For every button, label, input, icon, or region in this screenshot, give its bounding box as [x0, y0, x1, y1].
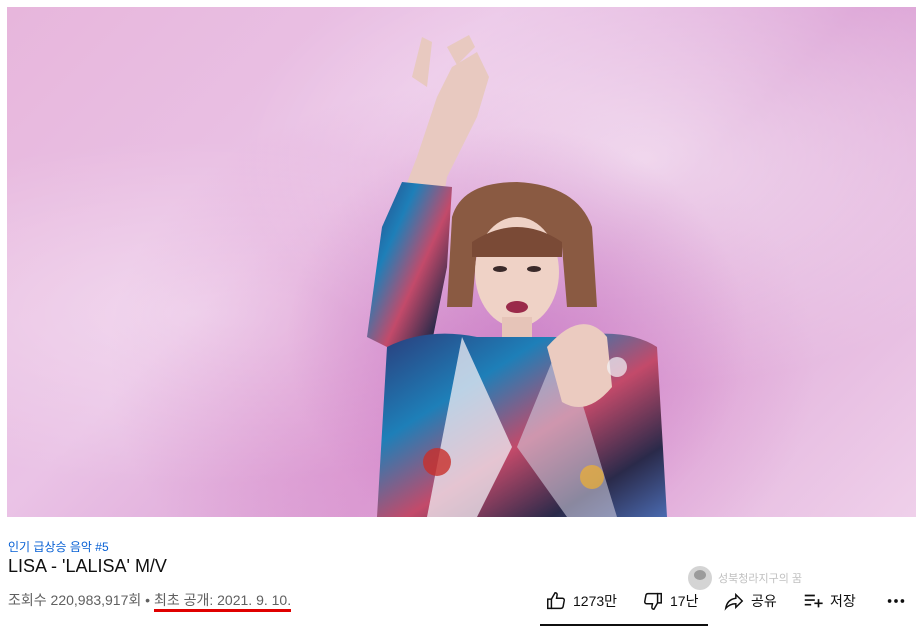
video-player[interactable]	[7, 7, 916, 517]
thumbs-down-icon	[644, 592, 662, 610]
playlist-add-icon	[804, 594, 823, 608]
share-arrow-icon	[724, 592, 744, 611]
save-label: 저장	[830, 593, 856, 609]
trending-badge-link[interactable]: 인기 급상승 음악 #5	[8, 538, 109, 555]
sentiment-bar	[540, 624, 708, 626]
share-button[interactable]: 공유	[723, 588, 777, 614]
share-label: 공유	[751, 593, 777, 609]
video-actions: 1273만 17난 공유 저장	[540, 582, 923, 622]
thumbs-up-icon	[547, 592, 565, 610]
premiere-date: 최초 공개: 2021. 9. 10.	[153, 592, 292, 612]
view-count: 조회수 220,983,917회	[8, 592, 142, 608]
like-button[interactable]: 1273만	[545, 588, 617, 614]
video-title: LISA - 'LALISA' M/V	[8, 556, 167, 576]
more-actions-button[interactable]	[885, 588, 907, 614]
dislike-count: 17난	[670, 593, 699, 609]
video-frame-image	[287, 35, 747, 517]
dislike-button[interactable]: 17난	[642, 588, 698, 614]
save-button[interactable]: 저장	[802, 588, 856, 614]
video-meta: 조회수 220,983,917회 • 최초 공개: 2021. 9. 10.	[8, 590, 292, 612]
meta-separator: •	[145, 592, 151, 608]
more-horizontal-icon	[887, 599, 905, 603]
like-count: 1273만	[573, 593, 618, 609]
